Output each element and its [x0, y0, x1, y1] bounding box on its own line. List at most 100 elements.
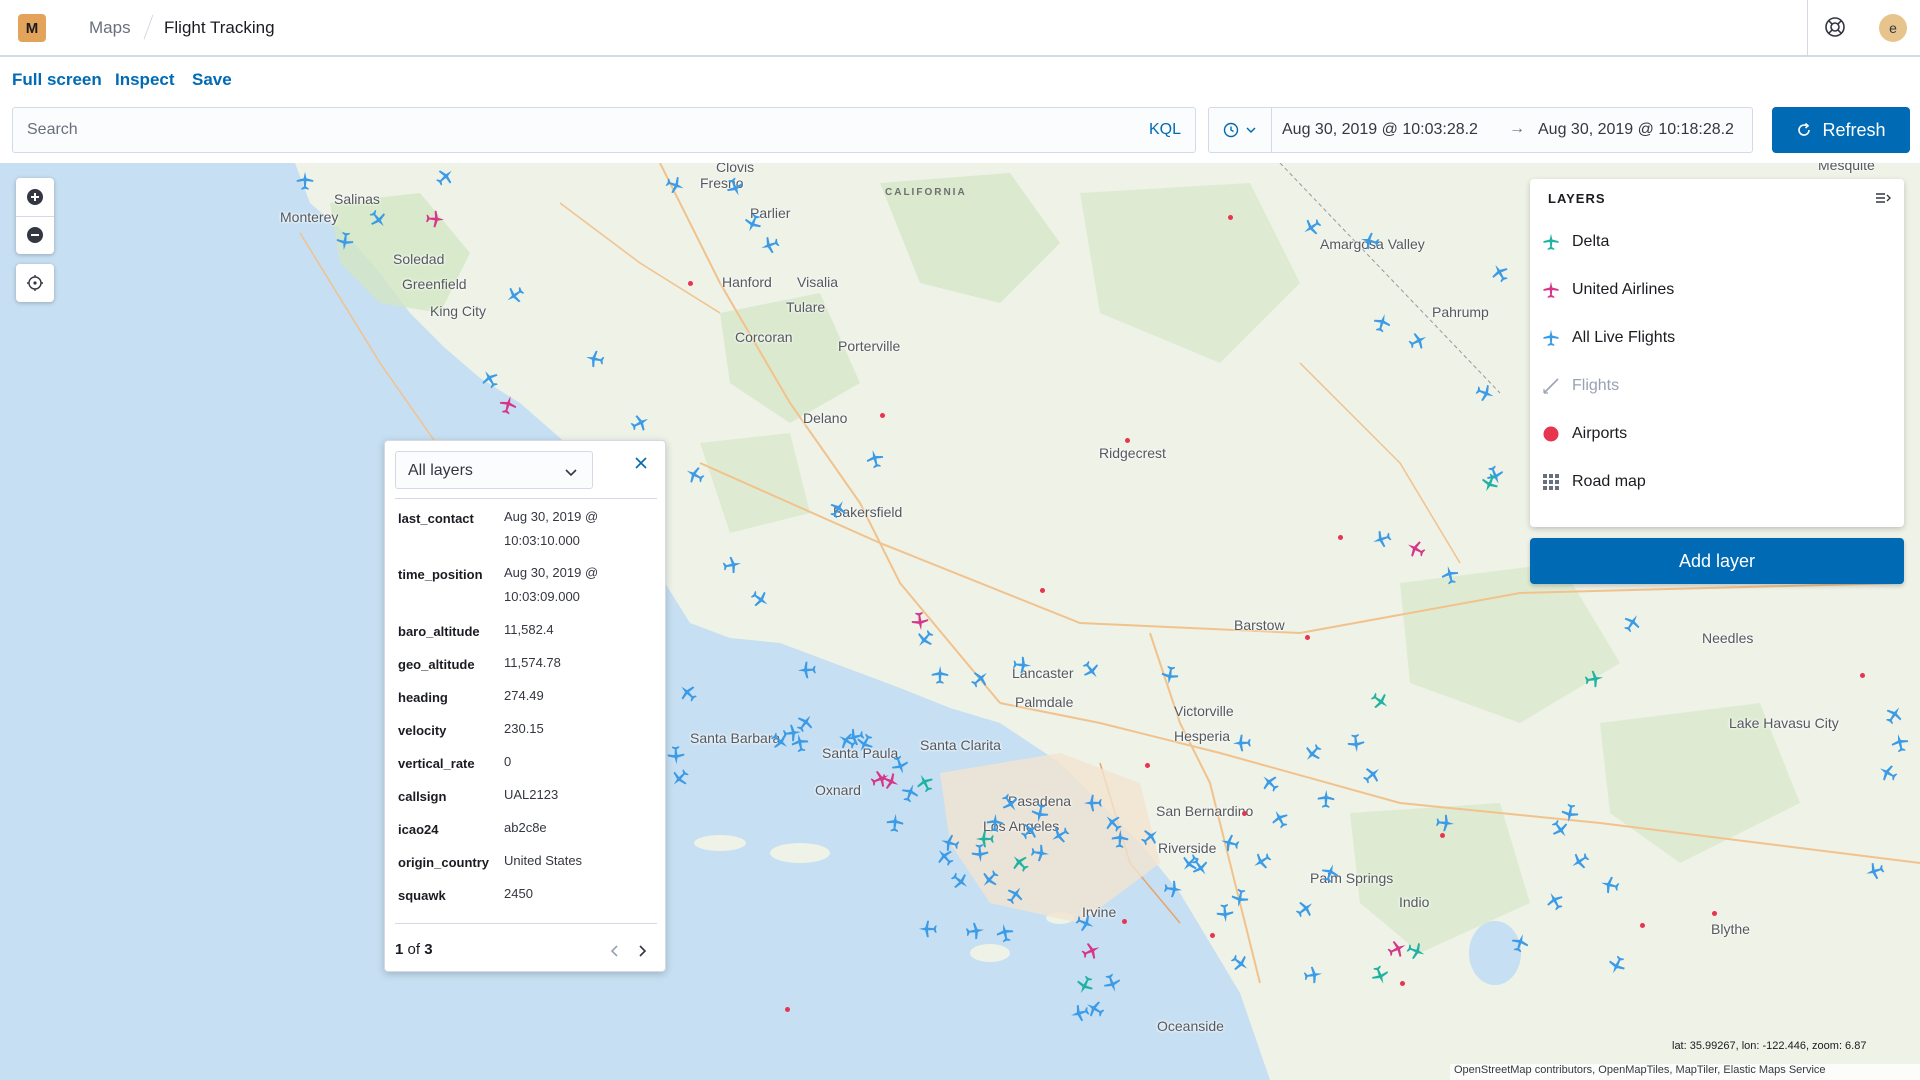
flight-marker-plane-icon[interactable]	[1010, 653, 1034, 677]
map-city-label: Monterey	[280, 209, 339, 225]
flight-marker-plane-icon[interactable]	[1157, 662, 1182, 687]
layer-item-united-airlines[interactable]: United Airlines	[1540, 270, 1896, 310]
flight-marker-plane-icon[interactable]	[795, 658, 818, 681]
zoom-out-button[interactable]	[16, 216, 54, 254]
airport-marker[interactable]	[1712, 911, 1717, 916]
tooltip-value: United States	[504, 853, 583, 868]
airport-marker[interactable]	[1860, 673, 1865, 678]
line-icon	[1540, 375, 1562, 397]
tooltip-key: velocity	[398, 723, 447, 738]
airport-marker[interactable]	[1122, 919, 1127, 924]
airport-marker[interactable]	[1125, 438, 1130, 443]
tooltip-value: 230.15	[504, 721, 544, 736]
flight-marker-plane-icon[interactable]	[1082, 792, 1104, 814]
layer-item-delta[interactable]: Delta	[1540, 222, 1896, 262]
tooltip-key: geo_altitude	[398, 657, 475, 672]
kql-toggle[interactable]: KQL	[1149, 121, 1181, 139]
flight-marker-plane-icon[interactable]	[1344, 731, 1368, 755]
time-start[interactable]: Aug 30, 2019 @ 10:03:28.2	[1282, 121, 1478, 139]
airport-marker[interactable]	[1040, 588, 1045, 593]
map-city-label: Ridgecrest	[1099, 445, 1166, 461]
flight-marker-plane-icon[interactable]	[1108, 827, 1131, 850]
airport-marker[interactable]	[1338, 535, 1343, 540]
airport-marker[interactable]	[1145, 763, 1150, 768]
close-icon[interactable]	[633, 455, 649, 471]
save-link[interactable]: Save	[192, 70, 232, 90]
map-city-label: Salinas	[334, 191, 380, 207]
flight-marker-plane-icon[interactable]	[883, 811, 907, 835]
flight-marker-plane-icon[interactable]	[1231, 732, 1254, 755]
airport-marker[interactable]	[880, 413, 885, 418]
airport-marker[interactable]	[688, 281, 693, 286]
search-input[interactable]	[27, 108, 1127, 152]
flight-marker-plane-icon[interactable]	[1315, 788, 1338, 811]
collapse-panel-icon[interactable]	[1874, 189, 1892, 207]
flight-marker-plane-icon[interactable]	[1027, 800, 1053, 826]
dot-icon	[1540, 423, 1562, 445]
tooltip-key: icao24	[398, 822, 439, 837]
flight-marker-plane-icon[interactable]	[1300, 962, 1325, 987]
airport-marker[interactable]	[1640, 923, 1645, 928]
flight-marker-plane-icon[interactable]	[719, 552, 745, 578]
tooltip-key: squawk	[398, 888, 446, 903]
breadcrumb-maps[interactable]: Maps	[89, 18, 131, 38]
flight-marker-plane-icon[interactable]	[664, 743, 687, 766]
flight-marker-plane-icon[interactable]	[917, 918, 939, 940]
time-end[interactable]: Aug 30, 2019 @ 10:18:28.2	[1538, 121, 1734, 139]
layers-title: LAYERS	[1548, 191, 1606, 206]
pagination-status: 1 of 3	[395, 941, 433, 958]
layer-item-road-map[interactable]: Road map	[1540, 462, 1896, 502]
search-bar: KQL	[12, 107, 1196, 153]
flight-marker-plane-icon[interactable]	[963, 919, 988, 944]
layers-panel: LAYERS Delta United Airlines All Live Fl…	[1530, 179, 1904, 527]
app-logo[interactable]: M	[18, 14, 46, 42]
flight-marker-plane-icon[interactable]	[423, 207, 446, 230]
layer-label: United Airlines	[1572, 281, 1675, 298]
layer-item-all-live-flights[interactable]: All Live Flights	[1540, 318, 1896, 358]
flight-marker-plane-icon[interactable]	[582, 346, 608, 372]
mouse-coordinates: lat: 35.99267, lon: -122.446, zoom: 6.87	[1672, 1040, 1867, 1052]
layer-filter-select[interactable]: All layers	[395, 451, 593, 489]
flight-marker-plane-icon[interactable]	[294, 170, 316, 192]
arrow-right-icon: →	[1509, 120, 1525, 137]
airport-marker[interactable]	[785, 1007, 790, 1012]
map-city-label: Visalia	[797, 274, 838, 290]
flight-marker-plane-icon[interactable]	[1028, 841, 1053, 866]
map-attribution[interactable]: OpenStreetMap contributors, OpenMapTiles…	[1450, 1064, 1920, 1080]
help-lifebuoy-icon[interactable]	[1824, 16, 1846, 38]
full-screen-link[interactable]: Full screen	[12, 70, 102, 90]
flight-marker-plane-icon[interactable]	[1581, 666, 1606, 691]
flight-marker-plane-icon[interactable]	[983, 811, 1006, 834]
airport-marker[interactable]	[1305, 635, 1310, 640]
flight-marker-plane-icon[interactable]	[1433, 811, 1457, 835]
refresh-button[interactable]: Refresh	[1772, 107, 1910, 153]
flight-marker-plane-icon[interactable]	[1557, 800, 1582, 825]
breadcrumb-flight-tracking: Flight Tracking	[164, 18, 275, 37]
locate-button[interactable]	[16, 264, 54, 302]
flight-marker-plane-icon[interactable]	[1161, 877, 1186, 902]
map-city-label: Oceanside	[1157, 1018, 1224, 1034]
flight-marker-plane-icon[interactable]	[1227, 885, 1253, 911]
airport-marker[interactable]	[1228, 215, 1233, 220]
airport-marker[interactable]	[1210, 933, 1215, 938]
tooltip-value: 11,574.78	[504, 655, 561, 670]
user-avatar[interactable]: e	[1879, 14, 1907, 42]
airport-marker[interactable]	[1440, 833, 1445, 838]
flight-marker-plane-icon[interactable]	[992, 920, 1018, 946]
layer-item-airports[interactable]: Airports	[1540, 414, 1896, 454]
map-city-label: Mesquite	[1818, 163, 1875, 173]
flight-marker-plane-icon[interactable]	[333, 229, 358, 254]
flight-marker-plane-icon[interactable]	[929, 664, 951, 686]
layer-label: All Live Flights	[1572, 329, 1676, 346]
add-layer-button[interactable]: Add layer	[1530, 538, 1904, 584]
chevron-left-icon[interactable]	[608, 943, 622, 959]
zoom-in-button[interactable]	[16, 178, 54, 216]
inspect-link[interactable]: Inspect	[115, 70, 175, 90]
airport-marker[interactable]	[1400, 981, 1405, 986]
quick-menu-button[interactable]	[1209, 108, 1272, 152]
airport-marker[interactable]	[1242, 811, 1247, 816]
layer-item-flights[interactable]: Flights	[1540, 366, 1896, 406]
tooltip-key: heading	[398, 690, 448, 705]
page-current: 1	[395, 941, 404, 958]
chevron-right-icon[interactable]	[635, 943, 649, 959]
